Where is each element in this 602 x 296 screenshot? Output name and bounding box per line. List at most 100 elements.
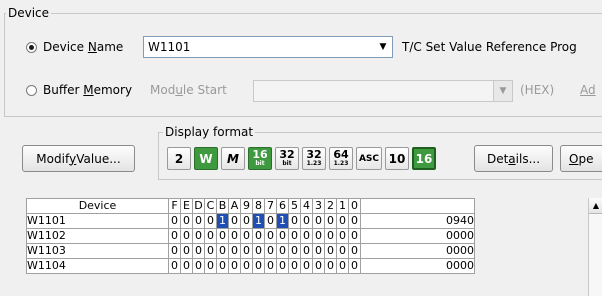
bit-cell[interactable]: 0 — [324, 243, 337, 259]
bit-cell[interactable]: 0 — [240, 228, 253, 244]
scroll-up-icon[interactable]: ▲ — [589, 198, 602, 214]
bit-cell[interactable]: 1 — [252, 213, 265, 229]
value-cell[interactable]: 0940 — [360, 213, 475, 229]
bit-cell[interactable]: 0 — [180, 243, 193, 259]
device-name-radio[interactable] — [26, 42, 37, 53]
bit-cell[interactable]: 0 — [192, 258, 205, 274]
bit-cell[interactable]: 0 — [348, 228, 361, 244]
bit-cell[interactable]: 0 — [168, 213, 181, 229]
bit-cell[interactable]: 0 — [348, 213, 361, 229]
bit-cell[interactable]: 0 — [324, 213, 337, 229]
bit-cell[interactable]: 0 — [228, 243, 241, 259]
16bit-format-button[interactable]: 16 bit — [248, 147, 272, 170]
bit-cell[interactable]: 0 — [180, 258, 193, 274]
bit-cell[interactable]: 0 — [276, 243, 289, 259]
bit-cell[interactable]: 1 — [216, 213, 229, 229]
open-button[interactable]: Ope — [560, 145, 602, 172]
bit-cell[interactable]: 0 — [288, 258, 301, 274]
bit-cell[interactable]: 0 — [168, 243, 181, 259]
bit-cell[interactable]: 0 — [324, 258, 337, 274]
buffer-memory-radio[interactable] — [26, 85, 37, 96]
column-header-bit: B — [216, 198, 229, 214]
bit-cell[interactable]: 0 — [300, 228, 313, 244]
bit-cell[interactable]: 0 — [180, 213, 193, 229]
bit-cell[interactable]: 0 — [312, 243, 325, 259]
bit-cell[interactable]: 0 — [288, 213, 301, 229]
bit-cell[interactable]: 0 — [204, 258, 217, 274]
bit-cell[interactable]: 0 — [192, 228, 205, 244]
details-button[interactable]: Det a ils... — [474, 145, 553, 172]
bit-cell[interactable]: 0 — [288, 228, 301, 244]
bit-cell[interactable]: 0 — [336, 243, 349, 259]
buffer-memory-label[interactable]: Buffer Memory — [43, 82, 132, 98]
bit-cell[interactable]: 0 — [204, 228, 217, 244]
bit-cell[interactable]: 0 — [240, 213, 253, 229]
bit-cell[interactable]: 0 — [300, 243, 313, 259]
bit-cell[interactable]: 0 — [204, 243, 217, 259]
table-row[interactable]: W1103 0 0 0 0 0 0 0 0 0 0 0 0 0 0 0 0 0000 — [26, 243, 475, 259]
device-name-combobox[interactable]: W1101 ▼ — [143, 36, 393, 58]
bit-cell[interactable]: 0 — [216, 258, 229, 274]
device-cell[interactable]: W1104 — [26, 258, 169, 274]
device-name-label[interactable]: Device Name — [43, 39, 123, 55]
bit-cell[interactable]: 0 — [264, 243, 277, 259]
table-row[interactable]: W1104 0 0 0 0 0 0 0 0 0 0 0 0 0 0 0 0 0000 — [26, 258, 475, 274]
bit-cell[interactable]: 0 — [228, 213, 241, 229]
value-cell[interactable]: 0000 — [360, 243, 475, 259]
ascii-format-button[interactable]: ASC — [356, 147, 382, 170]
bit-cell[interactable]: 0 — [336, 213, 349, 229]
vertical-scrollbar[interactable]: ▲ — [588, 198, 602, 296]
32bit-real-format-button[interactable]: 32 1.23 — [302, 147, 326, 170]
bit-cell[interactable]: 0 — [276, 258, 289, 274]
bit-cell[interactable]: 0 — [216, 228, 229, 244]
table-row[interactable]: W1102 0 0 0 0 0 0 0 0 0 0 0 0 0 0 0 0 0000 — [26, 228, 475, 244]
bit-cell[interactable]: 0 — [336, 228, 349, 244]
bit-cell[interactable]: 0 — [312, 213, 325, 229]
bit-cell[interactable]: 0 — [324, 228, 337, 244]
32bit-format-button[interactable]: 32 bit — [275, 147, 299, 170]
bit-cell[interactable]: 0 — [300, 258, 313, 274]
bit-cell[interactable]: 0 — [168, 228, 181, 244]
bit-cell[interactable]: 0 — [264, 258, 277, 274]
bit-cell[interactable]: 0 — [240, 258, 253, 274]
value-cell[interactable]: 0000 — [360, 228, 475, 244]
bit-cell[interactable]: 1 — [276, 213, 289, 229]
device-cell[interactable]: W1102 — [26, 228, 169, 244]
binary-format-button[interactable]: 2 — [167, 147, 191, 170]
bit-cell[interactable]: 0 — [252, 258, 265, 274]
table-row[interactable]: W1101 0 0 0 0 1 0 0 1 0 1 0 0 0 0 0 0 0940 — [26, 213, 475, 229]
bit-cell[interactable]: 0 — [192, 213, 205, 229]
bit-cell[interactable]: 0 — [204, 213, 217, 229]
bit-cell[interactable]: 0 — [252, 228, 265, 244]
device-name-value[interactable]: W1101 — [148, 39, 190, 55]
chevron-down-icon[interactable]: ▼ — [374, 37, 392, 57]
bit-cell[interactable]: 0 — [276, 228, 289, 244]
bit-cell[interactable]: 0 — [312, 228, 325, 244]
device-cell[interactable]: W1101 — [26, 213, 169, 229]
double-word-format-button[interactable]: M — [221, 147, 245, 170]
64bit-real-format-button[interactable]: 64 1.23 — [329, 147, 353, 170]
bit-cell[interactable]: 0 — [240, 243, 253, 259]
bit-cell[interactable]: 0 — [168, 258, 181, 274]
bit-cell[interactable]: 0 — [228, 258, 241, 274]
bit-cell[interactable]: 0 — [288, 243, 301, 259]
module-start-label: Module Start — [150, 83, 227, 97]
bit-cell[interactable]: 0 — [300, 213, 313, 229]
decimal-format-button[interactable]: 10 — [385, 147, 409, 170]
bit-cell[interactable]: 0 — [264, 228, 277, 244]
bit-cell[interactable]: 0 — [216, 243, 229, 259]
bit-cell[interactable]: 0 — [192, 243, 205, 259]
bit-cell[interactable]: 0 — [228, 228, 241, 244]
bit-cell[interactable]: 0 — [180, 228, 193, 244]
device-cell[interactable]: W1103 — [26, 243, 169, 259]
bit-cell[interactable]: 0 — [336, 258, 349, 274]
hex-format-button[interactable]: 16 — [412, 147, 436, 170]
bit-cell[interactable]: 0 — [348, 258, 361, 274]
bit-cell[interactable]: 0 — [264, 213, 277, 229]
word-format-button[interactable]: W — [194, 147, 218, 170]
value-cell[interactable]: 0000 — [360, 258, 475, 274]
bit-cell[interactable]: 0 — [348, 243, 361, 259]
modify-value-button[interactable]: Modif y Value... — [22, 145, 135, 172]
bit-cell[interactable]: 0 — [312, 258, 325, 274]
bit-cell[interactable]: 0 — [252, 243, 265, 259]
